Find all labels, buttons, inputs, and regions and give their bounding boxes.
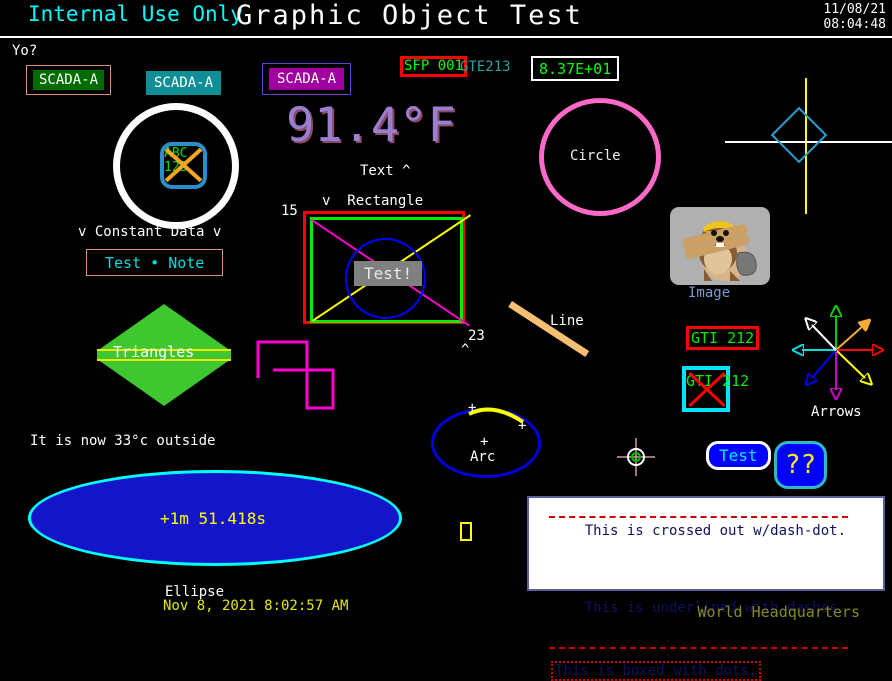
boxed-text: This is boxed with dots. (551, 661, 762, 681)
sfp-tag[interactable]: SFP 001 (400, 56, 468, 77)
note-box[interactable]: Test • Note (86, 249, 224, 276)
clock-time: 08:04:48 (823, 17, 886, 32)
scada-tag-a-label: SCADA-A (33, 70, 105, 90)
rectangle-label: v Rectangle (322, 193, 424, 209)
beaver-icon (682, 221, 757, 281)
arc-marker-3: + (480, 434, 489, 450)
page-title: Graphic Object Test (236, 0, 583, 31)
test-pill-button[interactable]: Test (706, 441, 771, 470)
decorated-text-box: This is crossed out w/dash-dot. This is … (527, 496, 885, 681)
strikethrough-text-label: This is crossed out w/dash-dot. (584, 523, 847, 539)
yo-label: Yo? (12, 43, 38, 59)
test-button[interactable]: Test! (354, 261, 423, 286)
scada-tag-a[interactable]: SCADA-A (26, 65, 112, 95)
gte-value: 8.37E+01 (539, 60, 612, 78)
rectangle-value-right: 23 (468, 328, 485, 344)
arrows-label: Arrows (811, 404, 862, 420)
image-caption: Image (688, 285, 731, 301)
note-text: Test • Note (105, 254, 205, 272)
arc-marker-1: + (468, 400, 477, 416)
image-object[interactable] (670, 207, 770, 285)
ellipse-value: +1m 51.418s (160, 509, 266, 528)
pink-circle-label: Circle (570, 148, 621, 164)
header-bar: Internal Use Only Graphic Object Test 11… (0, 0, 892, 38)
strikethrough-rule (549, 516, 849, 518)
underline-rule (549, 647, 849, 649)
arc-marker-2: + (518, 418, 527, 434)
text-caret-label: Text ^ (360, 163, 411, 179)
clock-date: 11/08/21 (823, 2, 886, 17)
line-label: Line (550, 313, 584, 329)
gte-label: GTE213 (460, 59, 511, 75)
small-yellow-rect (460, 522, 472, 541)
rectangle-value-left: 15 (281, 203, 298, 219)
triangles-label: Triangles (113, 343, 195, 361)
temperature-value: 91.4°F (286, 98, 456, 153)
header-divider (0, 36, 892, 38)
scada-tag-b[interactable]: SCADA-A (146, 71, 222, 95)
ellipse-date: Nov 8, 2021 8:02:57 AM (163, 598, 349, 614)
arc-label: Arc (470, 449, 496, 465)
arc-icon (468, 407, 525, 424)
triangle-down (97, 359, 231, 406)
scada-tag-c[interactable]: SCADA-A (262, 63, 352, 95)
test-pill-label: Test (719, 446, 758, 465)
arrows-icon (780, 295, 892, 405)
gti-tag-1[interactable]: GTI 212 (686, 326, 760, 350)
question-button-label: ?? (784, 450, 817, 480)
arc-overlay (431, 400, 551, 444)
rectangle-caret-bottom: ^ (461, 342, 470, 358)
polyline-shape (255, 330, 340, 424)
scada-tag-c-label: SCADA-A (269, 68, 345, 90)
diamond-shape (770, 106, 828, 164)
constant-data-label: v Constant Data v (78, 224, 222, 240)
clock: 11/08/21 08:04:48 (823, 2, 886, 32)
outside-temperature-text: It is now 33°c outside (30, 433, 216, 449)
headquarters-label: World Headquarters (697, 603, 860, 621)
gte-value-box[interactable]: 8.37E+01 (531, 56, 620, 81)
question-button[interactable]: ?? (774, 441, 827, 489)
test-button-label: Test! (364, 264, 413, 283)
crosshair-target-icon[interactable] (617, 438, 655, 476)
arrows-group (780, 295, 892, 405)
internal-use-label: Internal Use Only (28, 2, 243, 26)
strikethrough-text: This is crossed out w/dash-dot. (549, 507, 849, 571)
